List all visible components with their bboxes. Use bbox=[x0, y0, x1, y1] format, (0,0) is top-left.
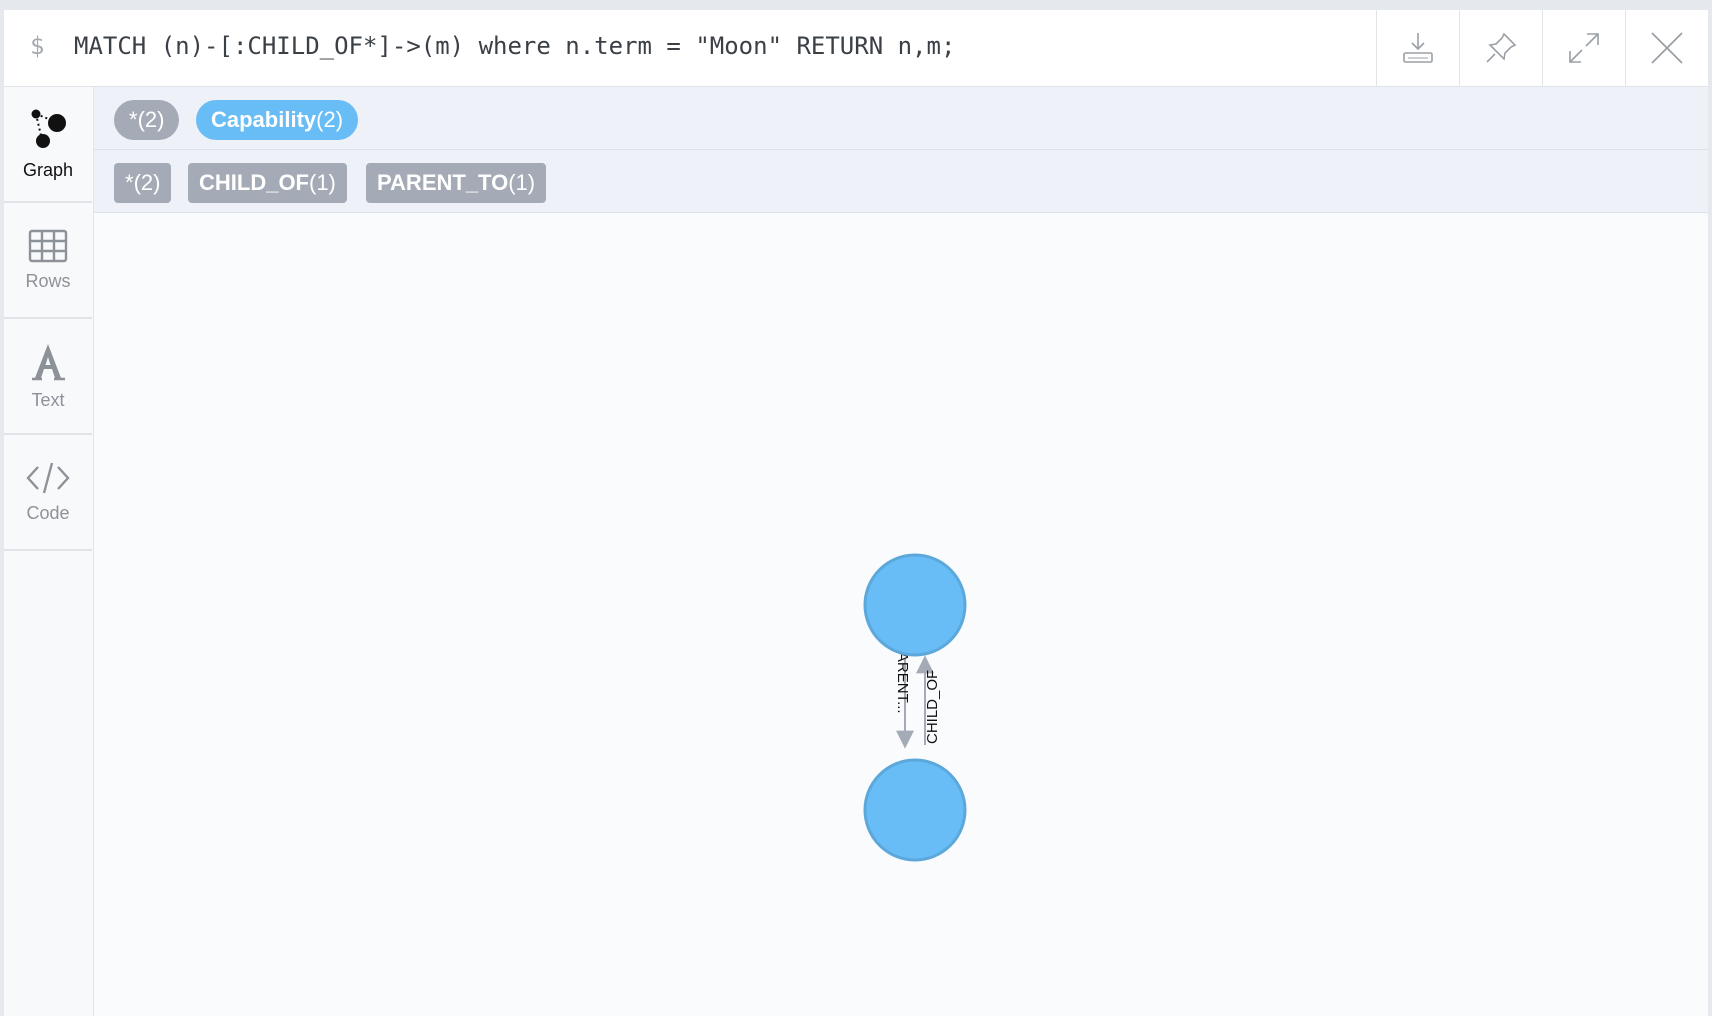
label-pill-capability[interactable]: Capability(2) bbox=[196, 100, 359, 140]
label-name: Capability bbox=[211, 107, 317, 132]
sidebar-item-label: Graph bbox=[22, 159, 74, 180]
prompt-symbol: $ bbox=[30, 32, 45, 60]
graph-icon bbox=[31, 109, 66, 148]
rel-name: PARENT_TO bbox=[377, 170, 509, 195]
label-pill-all[interactable]: *(2) bbox=[114, 100, 180, 140]
sidebar-item-label: Rows bbox=[25, 270, 71, 291]
pin-icon bbox=[1486, 32, 1517, 63]
download-button[interactable] bbox=[1376, 10, 1459, 86]
rel-count: (2) bbox=[133, 170, 161, 195]
graph-node-capability-bottom[interactable] bbox=[863, 758, 967, 862]
graph-canvas[interactable]: PARENT... CHILD_OF bbox=[94, 211, 1708, 1016]
label-count: (2) bbox=[316, 107, 344, 132]
rel-tag-parent-to[interactable]: PARENT_TO(1) bbox=[366, 163, 547, 203]
rel-name: * bbox=[125, 170, 134, 195]
node-label-legend: *(2) Capability(2) bbox=[94, 87, 1708, 150]
sidebar-item-graph[interactable]: Graph bbox=[4, 87, 92, 203]
fullscreen-button[interactable] bbox=[1542, 10, 1625, 86]
edge-label-child-of: CHILD_OF bbox=[924, 670, 941, 744]
table-icon bbox=[28, 229, 68, 262]
download-icon bbox=[1403, 33, 1433, 63]
code-icon bbox=[26, 462, 70, 493]
frame-actions bbox=[1376, 10, 1708, 86]
close-icon bbox=[1651, 32, 1683, 64]
rel-count: (1) bbox=[309, 170, 336, 195]
sidebar-item-text[interactable]: Text bbox=[4, 319, 92, 435]
result-frame: $ MATCH (n)-[:CHILD_OF*]->(m) where n.te… bbox=[4, 10, 1708, 1016]
query-bar: $ MATCH (n)-[:CHILD_OF*]->(m) where n.te… bbox=[4, 10, 1708, 87]
view-sidebar: Graph Rows Text Code bbox=[4, 87, 94, 1016]
rel-name: CHILD_OF bbox=[199, 170, 309, 195]
close-button[interactable] bbox=[1625, 10, 1708, 86]
rel-tag-child-of[interactable]: CHILD_OF(1) bbox=[188, 163, 347, 203]
rel-count: (1) bbox=[508, 170, 536, 195]
sidebar-item-label: Text bbox=[31, 389, 65, 410]
query-text[interactable]: MATCH (n)-[:CHILD_OF*]->(m) where n.term… bbox=[74, 32, 955, 60]
text-icon bbox=[32, 343, 65, 380]
rel-tag-all[interactable]: *(2) bbox=[114, 163, 172, 203]
sidebar-item-code[interactable]: Code bbox=[4, 435, 92, 551]
pin-button[interactable] bbox=[1459, 10, 1542, 86]
graph-node-capability-top[interactable] bbox=[863, 553, 967, 657]
label-name: * bbox=[129, 107, 138, 132]
sidebar-item-rows[interactable]: Rows bbox=[4, 203, 92, 319]
sidebar-item-label: Code bbox=[26, 502, 70, 523]
relationship-type-legend: *(2) CHILD_OF(1) PARENT_TO(1) bbox=[94, 150, 1708, 213]
expand-icon bbox=[1569, 33, 1599, 63]
label-count: (2) bbox=[137, 107, 165, 132]
graph-panel: *(2) Capability(2) *(2) CHILD_OF(1) PARE… bbox=[94, 87, 1708, 1016]
